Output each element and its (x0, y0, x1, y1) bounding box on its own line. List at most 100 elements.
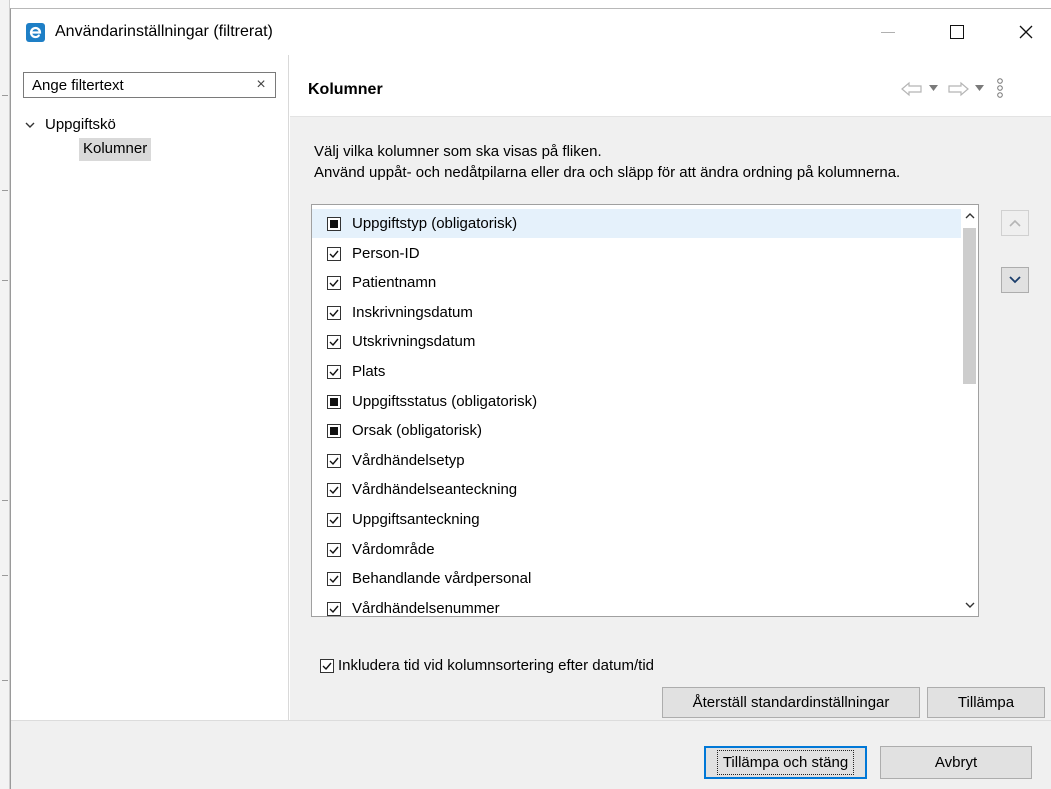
column-checkbox[interactable] (327, 305, 341, 320)
checkmark-icon (329, 279, 339, 288)
tree-item-kolumner[interactable]: Kolumner (79, 138, 152, 161)
filter-field[interactable]: × (23, 72, 276, 98)
column-label: Utskrivningsdatum (352, 333, 476, 351)
forward-history-dropdown-icon[interactable] (975, 85, 984, 92)
include-time-label: Inkludera tid vid kolumnsortering efter … (338, 657, 654, 674)
edge-tick (2, 190, 8, 191)
restore-defaults-button[interactable]: Återställ standardinställningar (662, 687, 920, 718)
chevron-up-icon (1009, 219, 1021, 227)
mandatory-checkbox (327, 424, 341, 439)
column-list-item[interactable]: Inskrivningsdatum (312, 298, 964, 327)
clear-filter-icon[interactable]: × (251, 75, 271, 95)
preference-page: Kolumner Välj vilka kolumner som ska vis… (290, 55, 1051, 720)
column-checkbox[interactable] (327, 513, 341, 527)
checkmark-icon (329, 516, 339, 525)
filter-input[interactable] (24, 73, 244, 97)
page-description: Välj vilka kolumner som ska visas på fli… (314, 141, 900, 183)
column-list-item[interactable]: Utskrivningsdatum (312, 327, 964, 356)
description-line: Välj vilka kolumner som ska visas på fli… (314, 143, 602, 160)
column-list-item[interactable]: Uppgiftstyp (obligatorisk) (312, 209, 964, 238)
apply-and-close-button[interactable]: Tillämpa och stäng (704, 746, 867, 779)
column-list-item[interactable]: Plats (312, 357, 964, 386)
column-checkbox[interactable] (327, 453, 341, 468)
column-list-item[interactable]: Uppgiftsanteckning (312, 505, 964, 534)
dialog-footer: Tillämpa och stäng Avbryt (11, 720, 1051, 789)
column-checkbox[interactable] (327, 542, 341, 557)
column-label: Uppgiftstyp (obligatorisk) (352, 215, 518, 232)
background-window-edge (0, 0, 10, 789)
column-label: Vårdhändelseanteckning (352, 481, 518, 499)
indeterminate-fill-icon (330, 220, 338, 228)
apply-and-close-label: Tillämpa och stäng (716, 750, 855, 775)
checkmark-icon (329, 546, 339, 554)
column-list-item[interactable]: Vårdhändelsetyp (312, 446, 964, 475)
scroll-down-button[interactable] (961, 597, 978, 614)
checkmark-icon (329, 338, 339, 347)
maximize-icon (950, 25, 964, 39)
column-label: Person-ID (352, 244, 420, 262)
vertical-scrollbar[interactable] (961, 205, 978, 616)
column-label: Orsak (obligatorisk) (352, 422, 483, 440)
mandatory-checkbox (327, 394, 341, 409)
page-title: Kolumner (308, 81, 383, 98)
scrollbar-thumb[interactable] (963, 228, 976, 384)
forward-arrow-icon[interactable] (947, 81, 969, 97)
move-up-button[interactable] (1001, 210, 1029, 236)
checkmark-icon (329, 250, 339, 258)
edge-tick (2, 500, 8, 501)
column-checkbox[interactable] (327, 335, 341, 350)
column-label: Vårdhändelsenummer (352, 599, 500, 617)
edge-tick (2, 680, 8, 681)
minimize-icon (881, 31, 895, 33)
tree-node-label: Uppgiftskö (45, 116, 116, 133)
chevron-down-icon[interactable] (25, 120, 35, 130)
back-arrow-icon[interactable] (901, 81, 923, 97)
edge-tick (2, 280, 8, 281)
column-checkbox[interactable] (327, 572, 341, 587)
column-list-item[interactable]: Behandlande vårdpersonal (312, 564, 964, 593)
move-down-button[interactable] (1001, 267, 1029, 293)
columns-list[interactable]: Uppgiftstyp (obligatorisk) Person-ID Patie… (311, 204, 979, 617)
preferences-navigation: × Uppgiftskö Kolumner (11, 55, 289, 720)
minimize-button[interactable] (863, 9, 913, 55)
maximize-button[interactable] (932, 9, 982, 55)
column-list-item[interactable]: Vårdhändelseanteckning (312, 475, 964, 504)
cancel-button[interactable]: Avbryt (880, 746, 1032, 779)
column-checkbox[interactable] (327, 246, 341, 261)
column-checkbox[interactable] (327, 483, 341, 498)
app-logo-icon (26, 23, 45, 42)
column-checkbox[interactable] (327, 601, 341, 616)
checkmark-icon (329, 605, 339, 613)
chevron-down-icon (1009, 276, 1021, 284)
column-list-item[interactable]: Person-ID (312, 239, 964, 268)
column-list-item[interactable]: Vårdområde (312, 535, 964, 564)
page-navigation (901, 77, 1041, 99)
chevron-down-icon (965, 602, 974, 608)
mandatory-checkbox (327, 217, 341, 231)
include-time-checkbox[interactable] (320, 659, 334, 673)
column-label: Vårdområde (352, 540, 435, 558)
column-list-item[interactable]: Orsak (obligatorisk) (312, 416, 964, 445)
checkmark-icon (329, 309, 339, 317)
preferences-dialog: Användarinställningar (filtrerat) × Uppg… (10, 8, 1051, 789)
edge-tick (2, 575, 8, 576)
column-label: Patientnamn (352, 274, 437, 292)
checkmark-icon (322, 662, 332, 671)
column-label: Uppgiftsanteckning (352, 511, 480, 528)
close-icon (1019, 25, 1033, 39)
title-bar[interactable]: Användarinställningar (filtrerat) (11, 9, 1051, 55)
column-checkbox[interactable] (327, 365, 341, 379)
column-label: Uppgiftsstatus (obligatorisk) (352, 392, 538, 410)
column-list-item[interactable]: Vårdhändelsenummer (312, 594, 964, 617)
view-menu-icon[interactable] (996, 77, 1004, 99)
scroll-up-button[interactable] (961, 207, 978, 224)
apply-button[interactable]: Tillämpa (927, 687, 1045, 718)
column-list-item[interactable]: Patientnamn (312, 268, 964, 297)
edge-tick (2, 95, 8, 96)
back-history-dropdown-icon[interactable] (929, 85, 938, 92)
column-checkbox[interactable] (327, 276, 341, 291)
page-header: Kolumner (290, 55, 1051, 117)
column-list-item[interactable]: Uppgiftsstatus (obligatorisk) (312, 387, 964, 416)
chevron-up-icon (965, 213, 974, 219)
close-button[interactable] (1001, 9, 1051, 55)
